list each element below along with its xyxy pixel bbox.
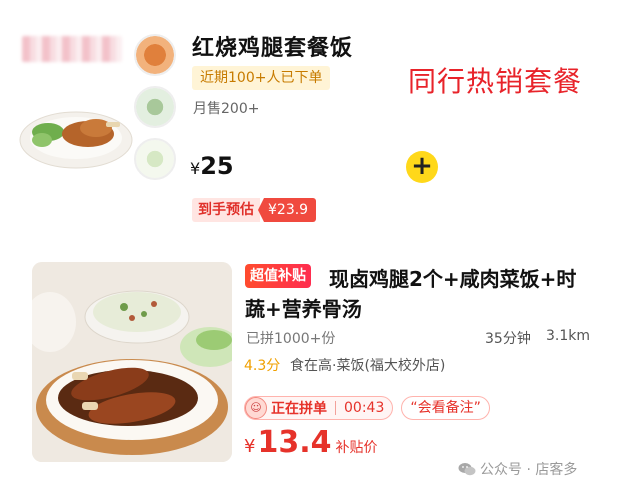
product-title-1[interactable]: 红烧鸡腿套餐饭 bbox=[192, 30, 353, 62]
watermark-text: 公众号 · 店客多 bbox=[480, 462, 578, 478]
distance: 3.1km bbox=[546, 328, 591, 344]
final-price-label: 到手预估 bbox=[192, 198, 260, 222]
overlay-caption: 同行热销套餐 bbox=[408, 65, 583, 98]
sold-count: 已拼1000+份 bbox=[246, 331, 336, 347]
side-dish-thumb-1 bbox=[134, 34, 176, 76]
price-suffix: 补贴价 bbox=[335, 440, 378, 456]
group-status: 正在拼单 bbox=[271, 401, 327, 417]
countdown: 00:43 bbox=[344, 400, 385, 416]
side-dish-thumb-2 bbox=[134, 86, 176, 128]
blurred-shop-name bbox=[22, 36, 122, 62]
subsidy-badge: 超值补贴 bbox=[245, 264, 311, 288]
product-card-1[interactable]: 红烧鸡腿套餐饭 近期100+人已下单 月售200+ 同行热销套餐 ¥25 + 到… bbox=[0, 0, 629, 240]
delivery-time: 35分钟 bbox=[485, 331, 531, 347]
price-2: ¥ 13.4 补贴价 bbox=[244, 425, 377, 460]
product-image-2 bbox=[32, 262, 232, 462]
group-buy-row: ☺ 正在拼单 00:43 “会看备注” bbox=[244, 395, 490, 421]
price-1: ¥25 bbox=[190, 152, 234, 180]
wechat-icon bbox=[458, 463, 476, 476]
watermark: 公众号 · 店客多 bbox=[458, 459, 577, 479]
price-value: 13.4 bbox=[257, 425, 332, 460]
plus-icon: + bbox=[411, 151, 433, 181]
currency-symbol: ¥ bbox=[190, 159, 201, 178]
final-price-tag: 到手预估 ¥23.9 bbox=[192, 198, 317, 222]
side-dish-thumb-3 bbox=[134, 138, 176, 180]
rating: 4.3分 bbox=[244, 358, 281, 374]
divider bbox=[335, 401, 336, 415]
currency-symbol: ¥ bbox=[244, 436, 256, 457]
recent-orders-badge: 近期100+人已下单 bbox=[192, 66, 331, 90]
product-image-1 bbox=[19, 111, 133, 169]
price-value: 25 bbox=[200, 152, 234, 180]
group-status-pill[interactable]: ☺ 正在拼单 00:43 bbox=[244, 396, 394, 420]
avatar-icon: ☺ bbox=[245, 397, 267, 419]
shop-name[interactable]: 食在高·菜饭(福大校外店) bbox=[290, 355, 445, 375]
product-card-2[interactable]: 现卤鸡腿2个+咸肉菜饭+时蔬+营养骨汤 超值补贴 已拼1000+份 35分钟 3… bbox=[0, 240, 629, 497]
note-tag: “会看备注” bbox=[401, 396, 490, 420]
monthly-sales: 月售200+ bbox=[193, 101, 260, 117]
add-to-cart-button[interactable]: + bbox=[406, 151, 438, 183]
final-price-value: ¥23.9 bbox=[258, 198, 317, 222]
